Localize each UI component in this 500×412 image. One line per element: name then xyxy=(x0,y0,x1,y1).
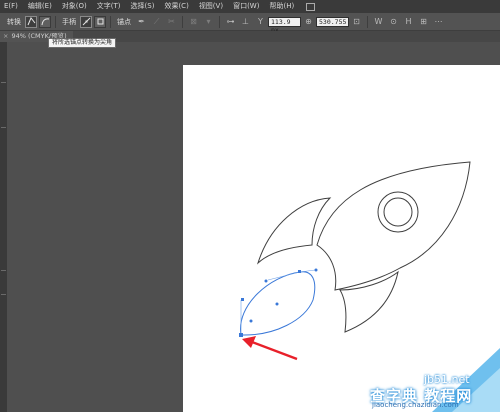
flame-handles xyxy=(240,269,316,335)
rocket-body-path[interactable] xyxy=(316,161,471,291)
rocket-upper-fin-path[interactable] xyxy=(256,197,332,265)
artwork-layer xyxy=(239,161,500,412)
illustrator-window: E(F) 编辑(E) 对象(O) 文字(T) 选择(S) 效果(C) 视图(V)… xyxy=(0,0,500,412)
rocket-window-inner[interactable] xyxy=(383,197,413,227)
watermark-url: jiaocheng.chazidian.com xyxy=(372,401,459,409)
tooltip: 将所选锚点转换为尖角 xyxy=(48,38,117,48)
annotation-arrow-icon xyxy=(242,336,298,361)
